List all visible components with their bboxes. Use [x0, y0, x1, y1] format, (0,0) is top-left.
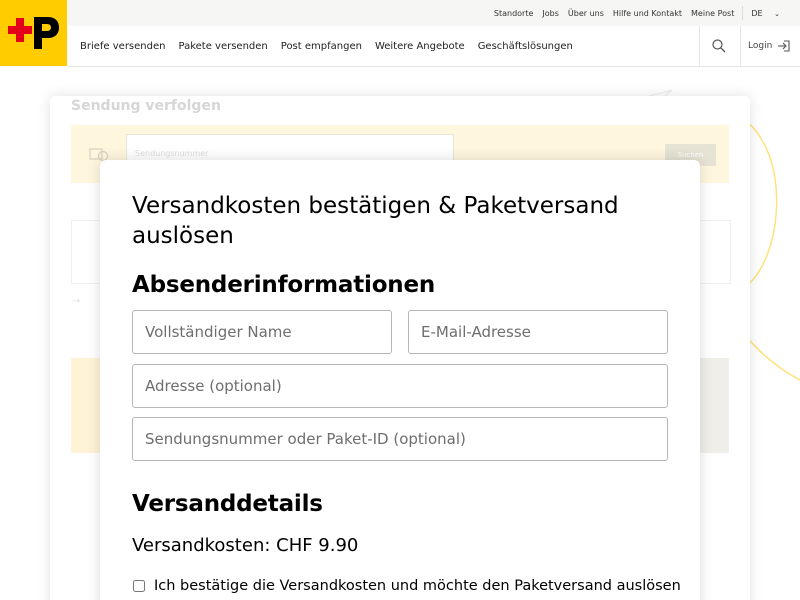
nav-item-angebote[interactable]: Weitere Angebote — [375, 41, 465, 52]
chevron-down-icon: ⌄ — [774, 9, 780, 18]
utility-bar: Standorte Jobs Über uns Hilfe und Kontak… — [67, 0, 800, 26]
full-name-input[interactable] — [132, 310, 392, 354]
nav-item-pakete[interactable]: Pakete versenden — [178, 41, 267, 52]
nav-item-geschaeftsloesungen[interactable]: Geschäftslösungen — [478, 41, 573, 52]
email-input[interactable] — [408, 310, 668, 354]
confirm-costs-row[interactable]: Ich bestätige die Versandkosten und möch… — [132, 578, 681, 594]
shipping-costs: Versandkosten: CHF 9.90 — [132, 535, 359, 556]
utility-links: Standorte Jobs Über uns Hilfe und Kontak… — [494, 0, 800, 26]
main-nav: Briefe versenden Pakete versenden Post e… — [67, 26, 800, 67]
search-button[interactable] — [699, 26, 741, 66]
nav-item-empfangen[interactable]: Post empfangen — [281, 41, 362, 52]
sender-info-heading: Absenderinformationen — [132, 272, 436, 298]
address-input[interactable] — [132, 364, 668, 408]
search-icon — [712, 39, 726, 53]
language-label: DE — [751, 8, 763, 18]
util-link-standorte[interactable]: Standorte — [494, 9, 534, 18]
util-link-meine-post[interactable]: Meine Post — [691, 9, 734, 18]
login-label: Login — [748, 41, 773, 51]
util-link-hilfe-kontakt[interactable]: Hilfe und Kontakt — [613, 9, 682, 18]
swiss-post-logo[interactable] — [0, 0, 67, 66]
nav-items: Briefe versenden Pakete versenden Post e… — [80, 26, 586, 66]
shipping-details-heading: Versanddetails — [132, 491, 323, 517]
tracking-title: Sendung verfolgen — [71, 98, 221, 114]
divider — [742, 6, 744, 20]
tracking-input-placeholder: Sendungsnummer — [135, 149, 209, 158]
login-icon — [778, 40, 790, 52]
login-button[interactable]: Login — [748, 26, 790, 66]
nav-item-briefe[interactable]: Briefe versenden — [80, 41, 165, 52]
page: Standorte Jobs Über uns Hilfe und Kontak… — [0, 0, 800, 600]
confirm-costs-label: Ich bestätige die Versandkosten und möch… — [154, 578, 681, 594]
util-link-jobs[interactable]: Jobs — [542, 9, 559, 18]
tracking-id-input[interactable] — [132, 417, 668, 461]
post-logo-icon — [8, 17, 59, 49]
confirm-shipping-modal: Versandkosten bestätigen & Paketversand … — [100, 160, 700, 600]
confirm-costs-checkbox[interactable] — [133, 580, 145, 592]
arrow-right-icon: → — [72, 296, 81, 307]
modal-title: Versandkosten bestätigen & Paketversand … — [132, 193, 619, 249]
util-link-ueber-uns[interactable]: Über uns — [568, 9, 604, 18]
promo-image — [699, 358, 729, 453]
language-selector[interactable]: DE ⌄ — [751, 9, 789, 18]
